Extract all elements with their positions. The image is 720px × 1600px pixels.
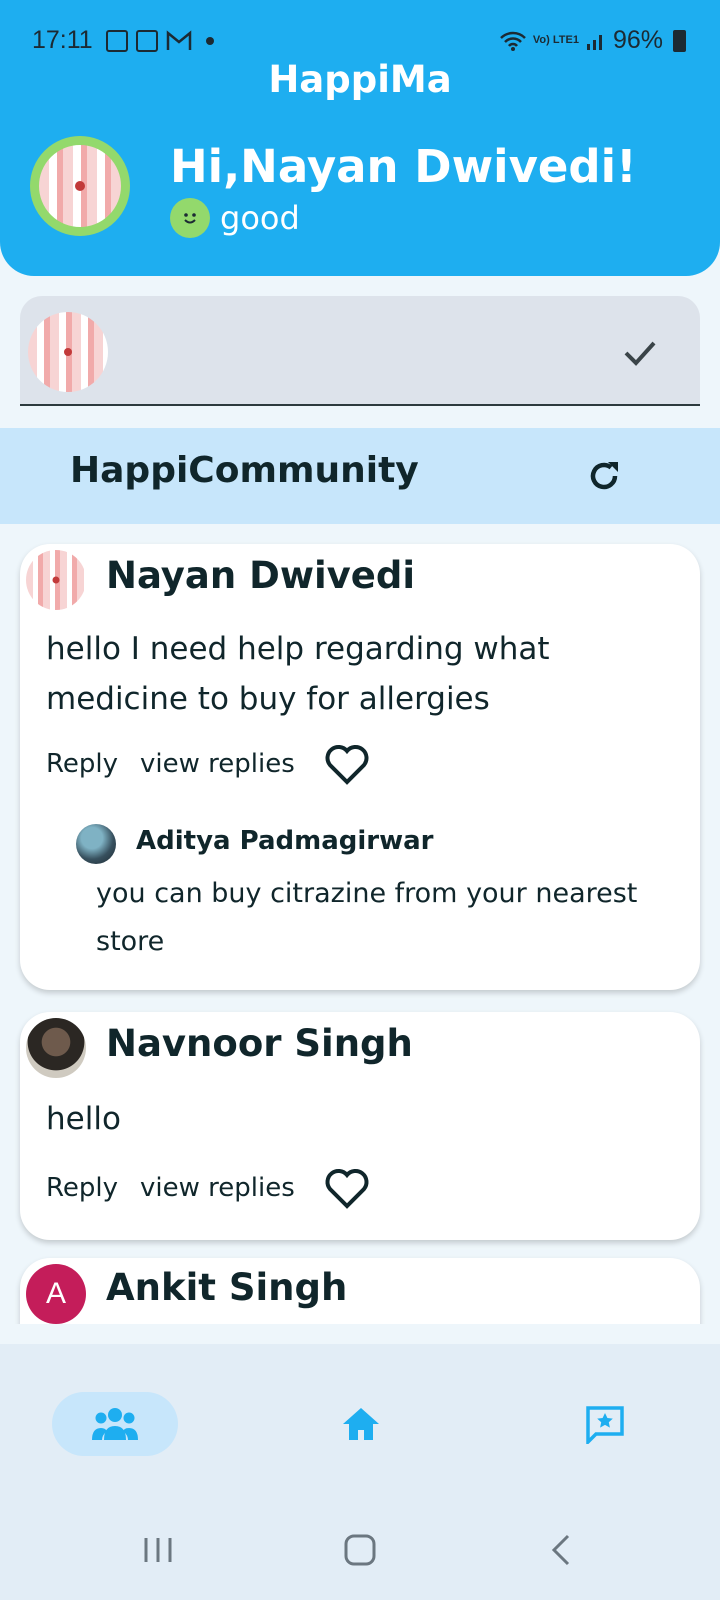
post-message: hello I need help regarding what medicin… [46, 631, 550, 717]
post-author: Ankit Singh [106, 1266, 348, 1309]
back-icon[interactable] [542, 1530, 582, 1570]
post-card: Navnoor Singh hello Reply view replies [20, 1012, 700, 1240]
heart-icon[interactable] [323, 1166, 371, 1210]
gallery-icon [106, 30, 128, 52]
recent-apps-icon[interactable] [138, 1530, 178, 1570]
view-replies-button[interactable]: view replies [140, 1173, 295, 1203]
post-author: Navnoor Singh [106, 1022, 413, 1065]
post-actions: Reply view replies [46, 1166, 371, 1210]
community-feed[interactable]: Nayan Dwivedi hello I need help regardin… [0, 524, 720, 1324]
calculator-icon [136, 30, 158, 52]
author-avatar[interactable] [26, 1018, 86, 1078]
status-right: Vo) LTE1 96% [499, 26, 686, 55]
app-title: HappiMa [268, 58, 452, 101]
status-bar: 17:11 Vo) LTE1 96% [0, 22, 720, 62]
reply-button[interactable]: Reply [46, 1173, 118, 1203]
network-label: Vo) LTE1 [532, 34, 579, 46]
community-icon [92, 1408, 138, 1440]
check-icon[interactable] [620, 332, 660, 372]
gmail-icon [166, 30, 192, 50]
home-icon [343, 1408, 379, 1440]
post-compose-field[interactable] [20, 296, 700, 406]
signal-icon [586, 34, 602, 50]
greeting-text: Hi,Nayan Dwivedi! [170, 140, 637, 193]
profile-avatar[interactable] [30, 136, 130, 236]
app-header: 17:11 Vo) LTE1 96% HappiMa Hi,Nayan Dwiv… [0, 0, 720, 276]
home-button-icon[interactable] [340, 1530, 380, 1570]
system-nav-bar [0, 1500, 720, 1600]
bottom-nav [0, 1344, 720, 1500]
post-message: hello [46, 1101, 121, 1137]
author-avatar[interactable]: A [26, 1264, 86, 1324]
heart-icon[interactable] [323, 742, 371, 786]
mood-row[interactable]: good [170, 198, 300, 238]
post-actions: Reply view replies [46, 742, 371, 786]
reply-button[interactable]: Reply [46, 749, 118, 779]
nav-community[interactable] [52, 1392, 178, 1456]
reply-message: you can buy citrazine from your nearest … [96, 878, 638, 957]
battery-percent: 96% [612, 26, 663, 54]
battery-icon [673, 29, 686, 52]
post-card: A Ankit Singh [20, 1258, 700, 1324]
nav-feedback[interactable] [542, 1392, 668, 1456]
community-title: HappiCommunity [70, 450, 419, 491]
post-card: Nayan Dwivedi hello I need help regardin… [20, 544, 700, 990]
mood-label: good [220, 199, 300, 237]
post-author: Nayan Dwivedi [106, 554, 416, 597]
view-replies-button[interactable]: view replies [140, 749, 295, 779]
feedback-icon [586, 1406, 624, 1444]
reply-author: Aditya Padmagirwar [136, 826, 434, 856]
smiley-icon [170, 198, 210, 238]
refresh-icon[interactable] [584, 456, 624, 496]
more-notifications-dot [206, 37, 214, 45]
reply-author-avatar[interactable] [76, 824, 116, 864]
notification-icons [106, 30, 214, 52]
wifi-icon [500, 31, 526, 51]
status-time: 17:11 [32, 26, 93, 54]
compose-avatar [28, 312, 108, 392]
nav-home[interactable] [298, 1392, 424, 1456]
author-avatar[interactable] [26, 550, 86, 610]
reply-item: Aditya Padmagirwar you can buy citrazine… [76, 824, 676, 984]
